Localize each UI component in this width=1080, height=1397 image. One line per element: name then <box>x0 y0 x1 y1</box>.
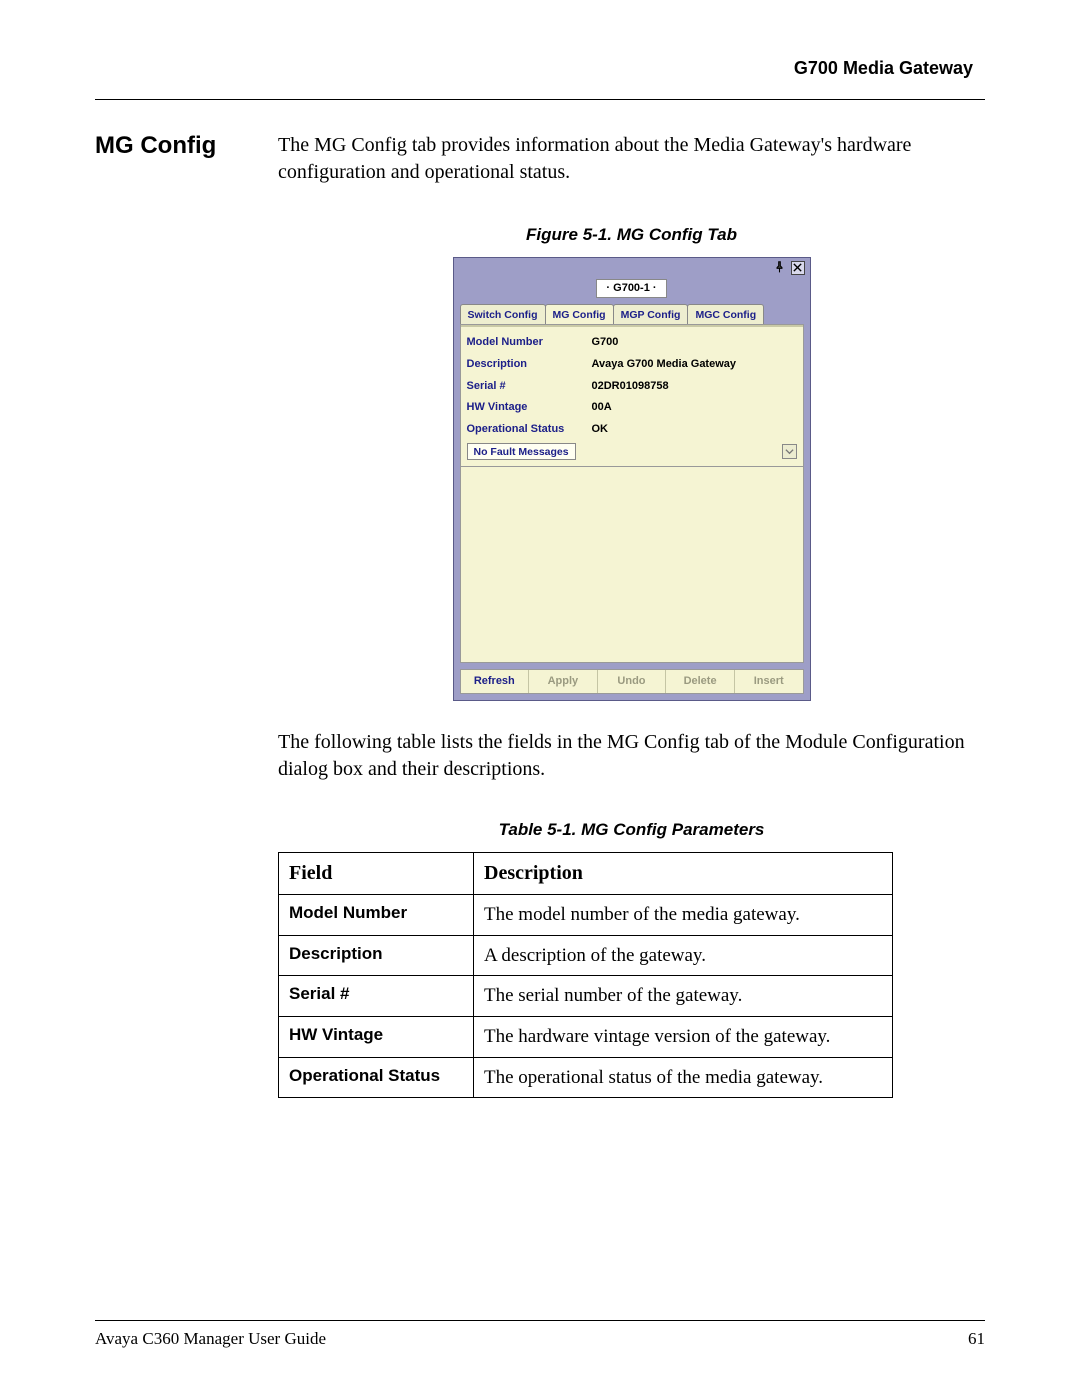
tab-switch-config[interactable]: Switch Config <box>460 304 546 324</box>
figure-container: · G700-1 · Switch Config MG Config MGP C… <box>278 257 985 701</box>
field-cell: Serial # <box>279 976 474 1017</box>
desc-cell: A description of the gateway. <box>474 935 893 976</box>
desc-cell: The hardware vintage version of the gate… <box>474 1016 893 1057</box>
serial-value: 02DR01098758 <box>592 379 669 394</box>
delete-button: Delete <box>666 670 735 693</box>
page-header-title: G700 Media Gateway <box>95 58 985 79</box>
table-row: Description A description of the gateway… <box>279 935 893 976</box>
undo-button: Undo <box>598 670 667 693</box>
footer-page-number: 61 <box>968 1329 985 1349</box>
op-status-value: OK <box>592 422 609 437</box>
serial-label: Serial # <box>467 379 592 394</box>
desc-cell: The model number of the media gateway. <box>474 894 893 935</box>
hw-vintage-value: 00A <box>592 400 612 415</box>
table-row: HW Vintage The hardware vintage version … <box>279 1016 893 1057</box>
refresh-button[interactable]: Refresh <box>461 670 530 693</box>
footer-guide-name: Avaya C360 Manager User Guide <box>95 1329 326 1349</box>
figure-caption: Figure 5-1. MG Config Tab <box>278 224 985 247</box>
pushpin-icon[interactable] <box>773 261 787 275</box>
table-row: Model Number The model number of the med… <box>279 894 893 935</box>
model-number-value: G700 <box>592 335 619 350</box>
field-cell: Model Number <box>279 894 474 935</box>
chevron-down-icon[interactable] <box>782 444 797 459</box>
table-caption: Table 5-1. MG Config Parameters <box>278 819 985 842</box>
hw-vintage-label: HW Vintage <box>467 400 592 415</box>
intro-paragraph: The MG Config tab provides information a… <box>278 132 985 186</box>
tab-mgp-config[interactable]: MGP Config <box>613 304 689 324</box>
header-rule <box>95 99 985 100</box>
description-label: Description <box>467 357 592 372</box>
table-header-field: Field <box>279 852 474 894</box>
insert-button: Insert <box>735 670 803 693</box>
post-figure-paragraph: The following table lists the fields in … <box>278 729 985 783</box>
dialog-blank-area <box>460 467 804 663</box>
desc-cell: The serial number of the gateway. <box>474 976 893 1017</box>
tab-mg-config[interactable]: MG Config <box>545 304 614 324</box>
footer-rule <box>95 1320 985 1321</box>
field-cell: Operational Status <box>279 1057 474 1098</box>
apply-button: Apply <box>529 670 598 693</box>
model-number-label: Model Number <box>467 335 592 350</box>
desc-cell: The operational status of the media gate… <box>474 1057 893 1098</box>
table-row: Serial # The serial number of the gatewa… <box>279 976 893 1017</box>
config-dialog: · G700-1 · Switch Config MG Config MGP C… <box>453 257 811 701</box>
table-header-desc: Description <box>474 852 893 894</box>
tab-mgc-config[interactable]: MGC Config <box>687 304 764 324</box>
description-value: Avaya G700 Media Gateway <box>592 357 737 372</box>
section-heading: MG Config <box>95 132 250 1098</box>
table-row: Operational Status The operational statu… <box>279 1057 893 1098</box>
field-cell: HW Vintage <box>279 1016 474 1057</box>
op-status-label: Operational Status <box>467 422 592 437</box>
close-icon[interactable] <box>791 261 805 275</box>
field-cell: Description <box>279 935 474 976</box>
parameters-table: Field Description Model Number The model… <box>278 852 893 1098</box>
device-name: · G700-1 · <box>596 279 666 298</box>
fault-messages-box: No Fault Messages <box>467 443 576 460</box>
